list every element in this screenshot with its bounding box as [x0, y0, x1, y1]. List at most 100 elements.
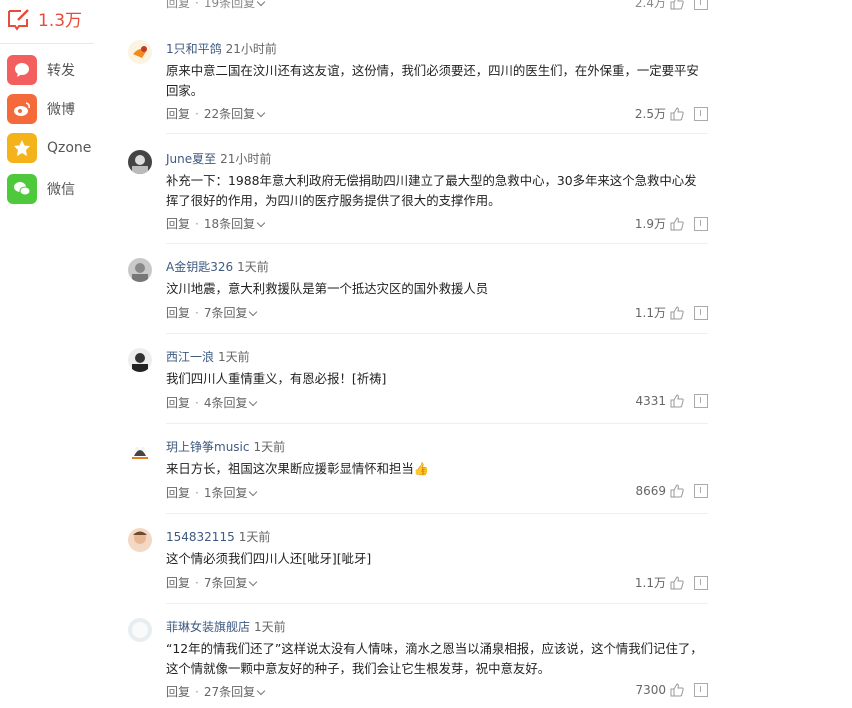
chevron-down-icon	[249, 577, 258, 587]
like-count: 1.9万	[634, 217, 666, 231]
reply-link[interactable]: 回复	[166, 486, 190, 500]
like-count: 2.4万	[634, 0, 666, 10]
comment-actions: 回复 · 1条回复	[166, 484, 258, 501]
thumb-up-icon[interactable]	[670, 683, 684, 697]
comment-meta: A金钥匙326 1天前	[166, 258, 269, 275]
chevron-down-icon	[249, 487, 258, 497]
thumb-up-icon[interactable]	[670, 394, 684, 408]
comment-divider	[166, 333, 708, 334]
comment-divider	[166, 133, 708, 134]
avatar[interactable]	[128, 618, 152, 642]
comment-count[interactable]: 1.3万	[6, 6, 82, 31]
comment-meta: 玥上铮筝music 1天前	[166, 438, 285, 455]
comment-actions: 回复 · 18条回复	[166, 215, 266, 232]
share-repost[interactable]: 转发	[7, 55, 75, 85]
username[interactable]: 1只和平鸽	[166, 42, 222, 56]
reply-link[interactable]: 回复	[166, 217, 190, 231]
avatar[interactable]	[128, 438, 152, 462]
comment-divider	[166, 513, 708, 514]
report-icon[interactable]	[694, 484, 708, 498]
comment-text: 补充一下：1988年意大利政府无偿捐助四川建立了最大型的急救中心，30多年来这个…	[166, 173, 697, 208]
timestamp: 1天前	[253, 440, 286, 454]
qzone-icon	[7, 133, 37, 163]
report-icon[interactable]	[694, 0, 708, 10]
share-label: 转发	[47, 63, 75, 79]
avatar[interactable]	[128, 258, 152, 282]
report-icon[interactable]	[694, 575, 708, 590]
share-weibo[interactable]: 微博	[7, 94, 75, 124]
comment-meta: 西江一浪 1天前	[166, 348, 250, 365]
avatar[interactable]	[128, 40, 152, 64]
comment-text: 这个情必须我们四川人还[呲牙][呲牙]	[166, 551, 372, 566]
comment-stats: 7300	[635, 683, 708, 697]
comment-divider	[166, 423, 708, 424]
avatar[interactable]	[128, 348, 152, 372]
reply-link[interactable]: 回复	[166, 396, 190, 410]
comment-meta: 1只和平鸽 21小时前	[166, 40, 277, 57]
thumb-up-icon[interactable]	[670, 216, 684, 231]
comment-actions: 回复 · 7条回复	[166, 304, 258, 321]
comment-text: 汶川地震，意大利救援队是第一个抵达灾区的国外救援人员	[166, 281, 489, 296]
replies-toggle[interactable]: 7条回复	[204, 306, 248, 320]
comment-stats: 1.1万	[635, 304, 708, 321]
reply-link[interactable]: 回复	[166, 685, 190, 699]
replies-toggle[interactable]: 27条回复	[204, 685, 255, 699]
timestamp: 1天前	[254, 620, 286, 634]
like-count: 7300	[635, 683, 666, 697]
comment-text: 原来中意二国在汶川还有这友谊，这份情，我们必须要还，四川的医生们，在外保重，一定…	[166, 63, 699, 98]
chevron-down-icon	[249, 307, 258, 317]
reply-link[interactable]: 回复	[166, 0, 190, 10]
comment-edit-icon	[8, 8, 29, 31]
report-icon[interactable]	[694, 106, 708, 121]
thumb-up-icon[interactable]	[670, 0, 684, 10]
sidebar-divider	[0, 43, 94, 44]
chevron-down-icon	[249, 397, 258, 407]
comment-actions: 回复 · 22条回复	[166, 105, 266, 122]
share-label: 微博	[47, 102, 75, 118]
report-icon[interactable]	[694, 394, 708, 408]
replies-toggle[interactable]: 1条回复	[204, 486, 248, 500]
replies-toggle[interactable]: 19条回复	[204, 0, 255, 10]
username[interactable]: 154832115	[166, 530, 235, 544]
avatar[interactable]	[128, 528, 152, 552]
replies-toggle[interactable]: 7条回复	[204, 576, 248, 590]
timestamp: 1天前	[237, 260, 269, 274]
previous-comment-actions: 回复 · 19条回复 2.4万	[128, 0, 708, 14]
comment-divider	[166, 243, 708, 244]
comment-count-value: 1.3万	[38, 11, 83, 31]
thumb-up-icon[interactable]	[670, 575, 684, 590]
chevron-down-icon	[256, 218, 266, 228]
username[interactable]: June夏至	[166, 152, 216, 166]
share-wechat[interactable]: 微信	[7, 174, 75, 204]
chevron-down-icon	[256, 0, 266, 7]
report-icon[interactable]	[694, 216, 708, 231]
reply-link[interactable]: 回复	[166, 306, 190, 320]
replies-toggle[interactable]: 22条回复	[204, 107, 255, 121]
comment-stats: 8669	[635, 484, 708, 498]
username[interactable]: A金钥匙326	[166, 260, 233, 274]
timestamp: 1天前	[218, 350, 250, 364]
username[interactable]: 西江一浪	[166, 350, 214, 364]
like-count: 1.1万	[634, 306, 666, 320]
comment-text: “12年的情我们还了”这样说太没有人情味，滴水之恩当以涌泉相报，应该说，这个情我…	[166, 641, 703, 676]
report-icon[interactable]	[694, 683, 708, 697]
thumb-up-icon[interactable]	[670, 305, 684, 320]
username[interactable]: 玥上铮筝music	[166, 440, 249, 454]
share-qzone[interactable]: Qzone	[7, 133, 91, 163]
replies-toggle[interactable]: 18条回复	[204, 217, 255, 231]
like-count: 4331	[635, 394, 666, 408]
report-icon[interactable]	[694, 305, 708, 320]
comment-meta: June夏至 21小时前	[166, 150, 271, 167]
comment-stats: 2.5万	[635, 105, 708, 122]
username[interactable]: 菲琳女装旗舰店	[166, 620, 250, 634]
avatar[interactable]	[128, 150, 152, 174]
replies-toggle[interactable]: 4条回复	[204, 396, 248, 410]
reply-link[interactable]: 回复	[166, 576, 190, 590]
thumb-up-icon[interactable]	[670, 484, 684, 498]
weibo-icon	[7, 94, 37, 124]
share-label: 微信	[47, 182, 75, 198]
chevron-down-icon	[256, 108, 266, 118]
comment-meta: 154832115 1天前	[166, 528, 270, 545]
reply-link[interactable]: 回复	[166, 107, 190, 121]
thumb-up-icon[interactable]	[670, 106, 684, 121]
